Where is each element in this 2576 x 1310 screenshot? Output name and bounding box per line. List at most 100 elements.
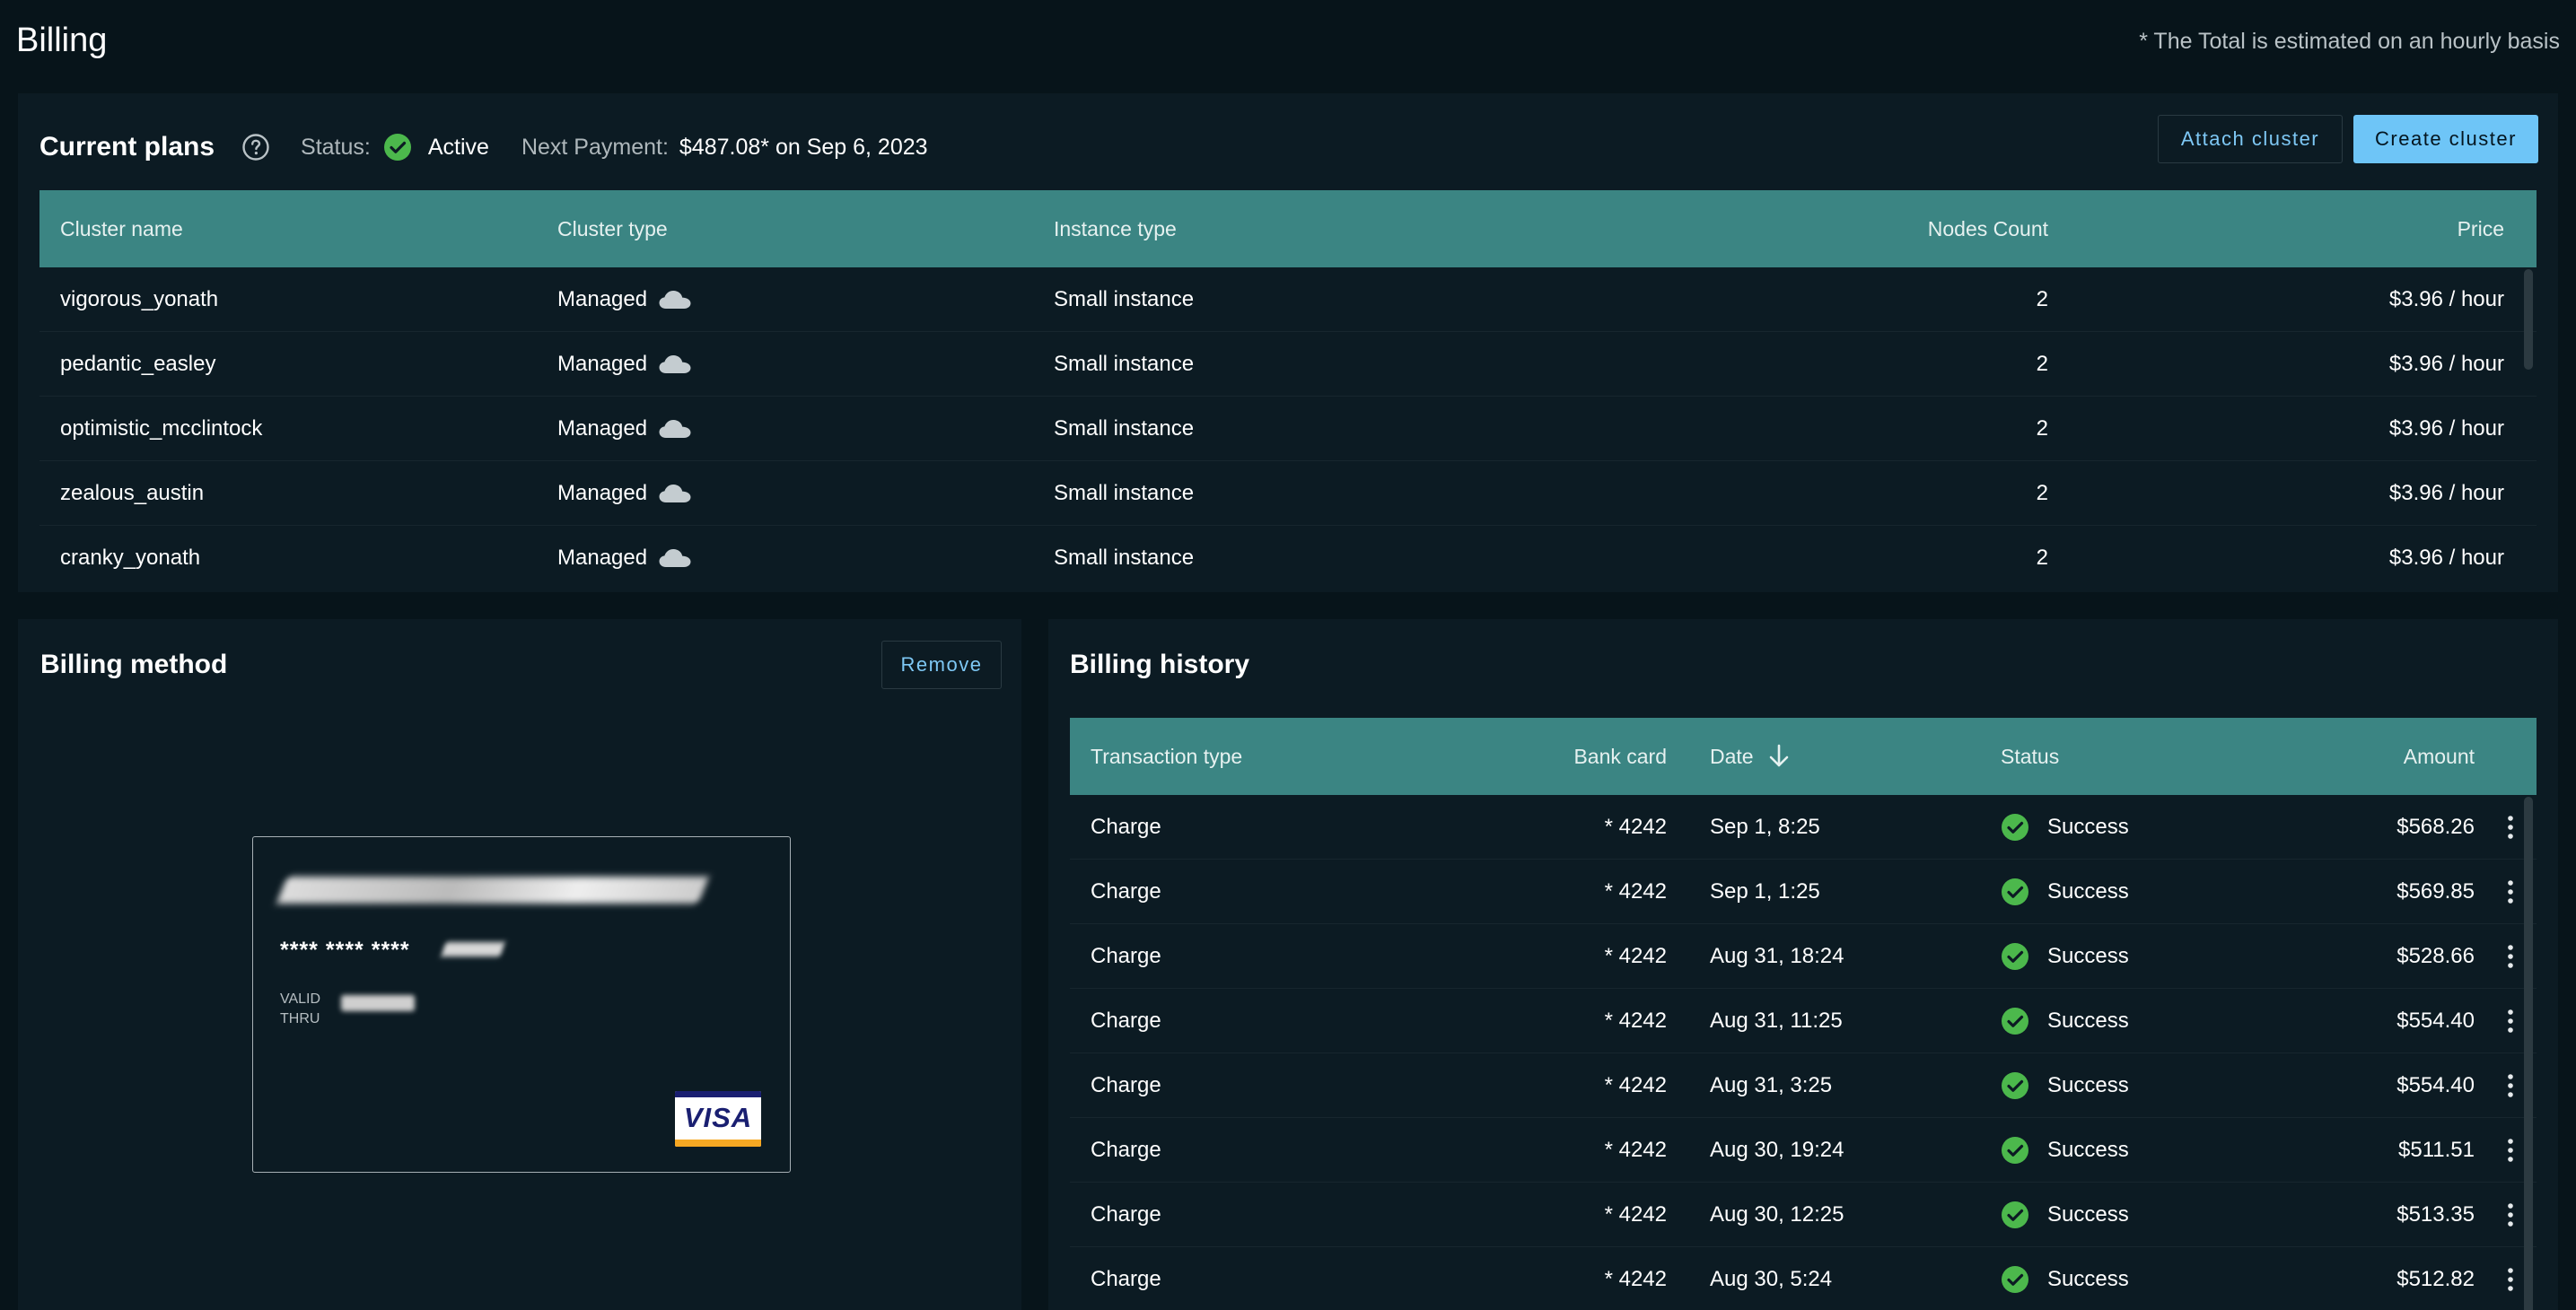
table-row[interactable]: Charge * 4242 Aug 31, 18:24 Success $528… [1070,924,2537,989]
table-row[interactable]: pedantic_easley Managed Small instance 2… [39,332,2537,397]
table-row[interactable]: Charge * 4242 Aug 30, 19:24 Success $511… [1070,1118,2537,1183]
check-circle-icon [2001,1265,2029,1294]
table-row[interactable]: Charge * 4242 Aug 30, 5:24 Success $512.… [1070,1247,2537,1310]
table-row[interactable]: Charge * 4242 Aug 30, 12:25 Success $513… [1070,1183,2537,1247]
bank-card-value: * 4242 [1604,1201,1667,1227]
table-row[interactable]: Charge * 4242 Aug 31, 3:25 Success $554.… [1070,1053,2537,1118]
transaction-type: Charge [1091,1137,1161,1162]
cloud-icon [658,289,692,310]
check-circle-icon [2001,1201,2029,1229]
plans-table-header: Cluster name Cluster type Instance type … [39,190,2537,267]
date: Sep 1, 1:25 [1710,878,1820,904]
cluster-type: Managed [557,415,648,441]
check-circle-icon [2001,1007,2029,1035]
transaction-type: Charge [1091,1072,1161,1097]
amount: $512.82 [2396,1267,2475,1291]
check-circle-icon [2001,813,2029,842]
column-header-bank-card[interactable]: Bank card [1366,745,1667,769]
date: Aug 30, 12:25 [1710,1201,1844,1227]
status-cell: Success [1967,1007,2309,1035]
total-note: * The Total is estimated on an hourly ba… [2139,29,2560,54]
bank-card-value: * 4242 [1604,1008,1667,1033]
table-row[interactable]: cranky_yonath Managed Small instance 2 $… [39,526,2537,590]
table-row[interactable]: Charge * 4242 Sep 1, 8:25 Success $568.2… [1070,795,2537,860]
vertical-dots-icon[interactable] [2506,814,2515,841]
column-header-instance-type[interactable]: Instance type [1033,217,1529,241]
status-text: Success [2047,1267,2129,1291]
vertical-dots-icon[interactable] [2506,1266,2515,1293]
create-cluster-button[interactable]: Create cluster [2353,115,2538,163]
valid-label: VALID [280,991,321,1007]
next-payment-value: $487.08* on Sep 6, 2023 [679,134,928,160]
attach-cluster-button[interactable]: Attach cluster [2158,115,2343,163]
status-text: Success [2047,1072,2129,1097]
billing-history-panel: Billing history Transaction type Bank ca… [1048,619,2558,1310]
billing-history-title: Billing history [1070,650,1250,679]
bank-card-value: * 4242 [1604,943,1667,968]
price: $3.96 / hour [2388,546,2504,570]
column-header-transaction-type[interactable]: Transaction type [1070,745,1366,769]
cluster-type: Managed [557,286,648,311]
cloud-icon [658,547,692,569]
cloud-icon [658,483,692,504]
card-holder-redacted [276,877,710,904]
status-text: Success [2047,1008,2129,1033]
status-text: Success [2047,878,2129,904]
plans-scrollbar[interactable] [2524,269,2533,370]
vertical-dots-icon[interactable] [2506,943,2515,970]
arrow-down-icon[interactable] [1766,743,1792,770]
question-circle-icon[interactable] [241,133,270,162]
table-row[interactable]: optimistic_mcclintock Managed Small inst… [39,397,2537,461]
thru-label: THRU [280,1011,320,1026]
cluster-type-cell: Managed [537,546,1033,571]
price: $3.96 / hour [2388,415,2504,441]
column-header-cluster-type[interactable]: Cluster type [537,217,1033,241]
cluster-type: Managed [557,351,648,376]
column-header-cluster-name[interactable]: Cluster name [39,217,537,241]
table-row[interactable]: Charge * 4242 Aug 31, 11:25 Success $554… [1070,989,2537,1053]
vertical-dots-icon[interactable] [2506,878,2515,905]
table-row[interactable]: zealous_austin Managed Small instance 2 … [39,461,2537,526]
current-plans-panel: Current plans Status: Active Next Paymen… [18,93,2558,592]
cluster-name: vigorous_yonath [60,286,219,311]
column-header-nodes-count[interactable]: Nodes Count [1529,217,2050,241]
amount: $554.40 [2396,1072,2475,1097]
table-row[interactable]: Charge * 4242 Sep 1, 1:25 Success $569.8… [1070,860,2537,924]
table-row[interactable]: vigorous_yonath Managed Small instance 2… [39,267,2537,332]
column-header-date-label: Date [1710,744,1754,768]
status-cell: Success [1967,1136,2309,1165]
status-value: Active [427,134,489,160]
date: Aug 30, 19:24 [1710,1137,1844,1162]
vertical-dots-icon[interactable] [2506,1137,2515,1164]
column-header-status[interactable]: Status [1967,745,2309,769]
date: Aug 31, 3:25 [1710,1072,1833,1097]
bank-card-value: * 4242 [1604,878,1667,904]
status-cell: Success [1967,942,2309,971]
visa-logo: VISA [675,1091,761,1147]
date: Aug 31, 11:25 [1710,1008,1843,1033]
vertical-dots-icon[interactable] [2506,1008,2515,1035]
valid-thru-label: VALID THRU [280,990,320,1029]
nodes-count: 2 [2036,480,2048,505]
status-cell: Success [1967,878,2309,906]
status-cell: Success [1967,813,2309,842]
column-header-amount[interactable]: Amount [2309,745,2475,769]
check-circle-icon [2001,878,2029,906]
vertical-dots-icon[interactable] [2506,1072,2515,1099]
status-cell: Success [1967,1071,2309,1100]
column-header-price[interactable]: Price [2050,217,2537,241]
column-header-date[interactable]: Date [1667,743,1967,770]
bank-card-value: * 4242 [1604,1267,1667,1291]
check-circle-icon [2001,1071,2029,1100]
remove-button[interactable]: Remove [881,641,1002,689]
instance-type: Small instance [1054,480,1195,505]
date: Sep 1, 8:25 [1710,814,1820,839]
history-scrollbar[interactable] [2524,797,2533,1310]
vertical-dots-icon[interactable] [2506,1201,2515,1228]
cloud-icon [658,354,692,375]
bank-card-value: * 4242 [1604,1072,1667,1097]
amount: $513.35 [2396,1201,2475,1227]
nodes-count: 2 [2036,286,2048,311]
status-cell: Success [1967,1201,2309,1229]
cluster-type-cell: Managed [537,416,1033,441]
